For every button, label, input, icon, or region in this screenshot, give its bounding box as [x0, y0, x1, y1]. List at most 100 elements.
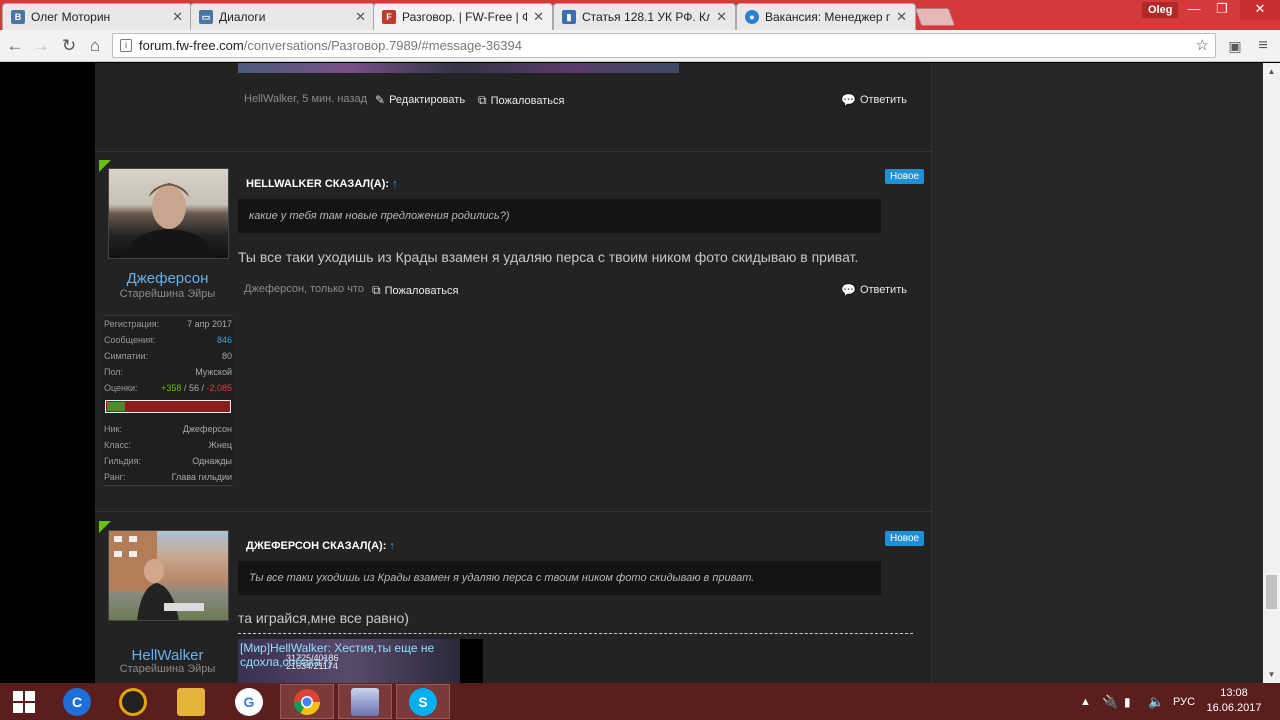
browser-tab-strip: B Олег Моторин ✕ ▭ Диалоги ✕ F Разговор.… — [0, 0, 1280, 30]
new-tab-button[interactable] — [914, 8, 956, 26]
reply-button[interactable]: 💬 Ответить — [841, 93, 907, 107]
quote-text: Ты все таки уходишь из Крады взамен я уд… — [238, 561, 881, 595]
clock[interactable]: 13:08 16.06.2017 — [1206, 686, 1262, 716]
google-icon: G — [235, 687, 263, 716]
scroll-down-icon[interactable]: ▼ — [1263, 666, 1280, 683]
tab-close-icon[interactable]: ✕ — [355, 9, 366, 25]
ratings-row: Оценки: +358 / 56 / -2,085 — [104, 383, 232, 393]
show-hidden-icons[interactable]: ▲ — [1080, 683, 1091, 720]
google-button[interactable]: G — [222, 684, 276, 719]
start-button[interactable] — [0, 684, 48, 719]
post-meta: Джеферсон, только что — [244, 283, 364, 295]
windows-icon — [13, 690, 35, 713]
quote-header[interactable]: ДЖЕФЕРСОН СКАЗАЛ(А): ↑ — [246, 540, 395, 552]
power-icon[interactable]: 🔌 — [1102, 683, 1118, 720]
ccleaner-icon: C — [63, 687, 91, 716]
dialogs-icon: ▭ — [199, 10, 213, 24]
address-bar[interactable]: i forum.fw-free.com/conversations/Разгов… — [112, 33, 1216, 58]
report-label: Пожаловаться — [490, 94, 565, 107]
post-separator — [95, 511, 931, 512]
image-divider — [238, 633, 913, 634]
tab-1[interactable]: B Олег Моторин ✕ — [2, 3, 192, 30]
reply-label: Ответить — [859, 284, 907, 296]
back-icon[interactable]: ← — [4, 36, 26, 56]
edit-button[interactable]: ✎ Редактировать — [375, 93, 465, 107]
reply-bubble-icon: 💬 — [841, 283, 856, 297]
tab-close-icon[interactable]: ✕ — [533, 9, 544, 25]
chrome-button[interactable] — [280, 684, 334, 719]
report-label: Пожаловаться — [384, 284, 459, 297]
home-icon[interactable]: ⌂ — [84, 36, 106, 56]
tab-title: Вакансия: Менеджер по — [765, 10, 891, 24]
tab-title: Разговор. | FW-Free | Фо — [402, 10, 528, 24]
close-window-icon[interactable]: ✕ — [1240, 0, 1280, 20]
stat-row: Ранг: Глава гильдии — [104, 472, 232, 482]
tab-close-icon[interactable]: ✕ — [716, 9, 727, 25]
avatar[interactable] — [108, 530, 229, 621]
chrome-icon — [293, 688, 321, 715]
fw-free-icon: F — [382, 10, 396, 24]
network-icon[interactable]: ▮ — [1124, 683, 1131, 720]
url-host: forum.fw-free.com — [139, 38, 244, 53]
game-dark-area — [460, 639, 483, 683]
bookmark-icon: ▮ — [562, 10, 576, 24]
scroll-up-icon[interactable]: ▲ — [1263, 63, 1280, 80]
extension-icon[interactable]: ▣ — [1224, 36, 1246, 56]
menu-icon[interactable]: ≡ — [1252, 36, 1274, 56]
stat-row: Регистрация: 7 апр 2017 — [104, 319, 232, 329]
skype-button[interactable]: S — [396, 684, 450, 719]
minimize-icon[interactable]: — — [1180, 0, 1208, 20]
pencil-icon: ✎ — [375, 93, 386, 107]
conversation-content: HellWalker, 5 мин. назад ✎ Редактировать … — [95, 63, 931, 683]
bookmark-star-icon[interactable]: ☆ — [1196, 34, 1209, 57]
taskbar: C G S ▲ 🔌 ▮ 🔈 РУС 13:08 16.06.2017 — [0, 683, 1280, 720]
game-chat-text: [Мир]HellWalker: Хестия,ты еще не сдохла… — [240, 641, 435, 669]
scrollbar[interactable]: ▲ ▼ — [1263, 63, 1280, 683]
reply-button[interactable]: 💬 Ответить — [841, 283, 907, 297]
post-meta: HellWalker, 5 мин. назад — [244, 93, 367, 105]
game-screenshot[interactable]: 31725/40186 21634/21174 [Мир]HellWalker:… — [238, 639, 483, 683]
reply-bubble-icon: 💬 — [841, 93, 856, 107]
author-name[interactable]: HellWalker — [95, 647, 240, 664]
media-player-button[interactable] — [106, 684, 160, 719]
game-button[interactable] — [338, 684, 392, 719]
file-explorer-button[interactable] — [164, 684, 218, 719]
tab-close-icon[interactable]: ✕ — [172, 9, 183, 25]
game-icon — [351, 687, 379, 716]
tab-4[interactable]: ▮ Статья 128.1 УК РФ. Кле ✕ — [553, 3, 736, 30]
page-info-icon[interactable]: i — [120, 39, 132, 52]
tab-2[interactable]: ▭ Диалоги ✕ — [190, 3, 375, 30]
maximize-icon[interactable]: ❐ — [1208, 0, 1236, 20]
quote-header[interactable]: HELLWALKER СКАЗАЛ(А): ↑ — [246, 178, 398, 190]
tab-title: Олег Моторин — [31, 10, 111, 24]
tab-close-icon[interactable]: ✕ — [896, 9, 907, 25]
ccleaner-button[interactable]: C — [50, 684, 104, 719]
author-name[interactable]: Джеферсон — [95, 270, 240, 287]
right-sidebar — [931, 63, 1263, 683]
stat-row: Ник: Джеферсон — [104, 424, 232, 434]
job-icon: ● — [745, 10, 759, 24]
volume-icon[interactable]: 🔈 — [1148, 683, 1164, 720]
avatar-photo — [124, 183, 215, 258]
tab-5[interactable]: ● Вакансия: Менеджер по ✕ — [736, 3, 916, 30]
scroll-thumb[interactable] — [1266, 575, 1277, 609]
clock-date: 16.06.2017 — [1206, 702, 1262, 714]
reply-label: Ответить — [859, 94, 907, 106]
report-button[interactable]: ⧉ Пожаловаться — [478, 93, 564, 108]
reputation-bar — [105, 400, 231, 413]
go-to-quote-icon[interactable]: ↑ — [392, 178, 398, 190]
previous-post-image — [238, 63, 679, 73]
stat-row: Сообщения: 846 — [104, 335, 232, 345]
go-to-quote-icon[interactable]: ↑ — [389, 540, 395, 552]
reload-icon[interactable]: ↻ — [58, 36, 80, 56]
language-indicator[interactable]: РУС — [1173, 683, 1195, 720]
profile-name[interactable]: Oleg — [1142, 2, 1179, 18]
clock-time: 13:08 — [1220, 687, 1248, 699]
avatar[interactable] — [108, 168, 229, 259]
report-button[interactable]: ⧉ Пожаловаться — [372, 283, 458, 298]
new-badge: Новое — [885, 169, 925, 184]
forward-icon[interactable]: → — [30, 36, 52, 56]
user-title: Старейшина Эйры — [119, 663, 216, 675]
stat-row: Симпатии: 80 — [104, 351, 232, 361]
tab-3[interactable]: F Разговор. | FW-Free | Фо ✕ — [373, 3, 553, 30]
